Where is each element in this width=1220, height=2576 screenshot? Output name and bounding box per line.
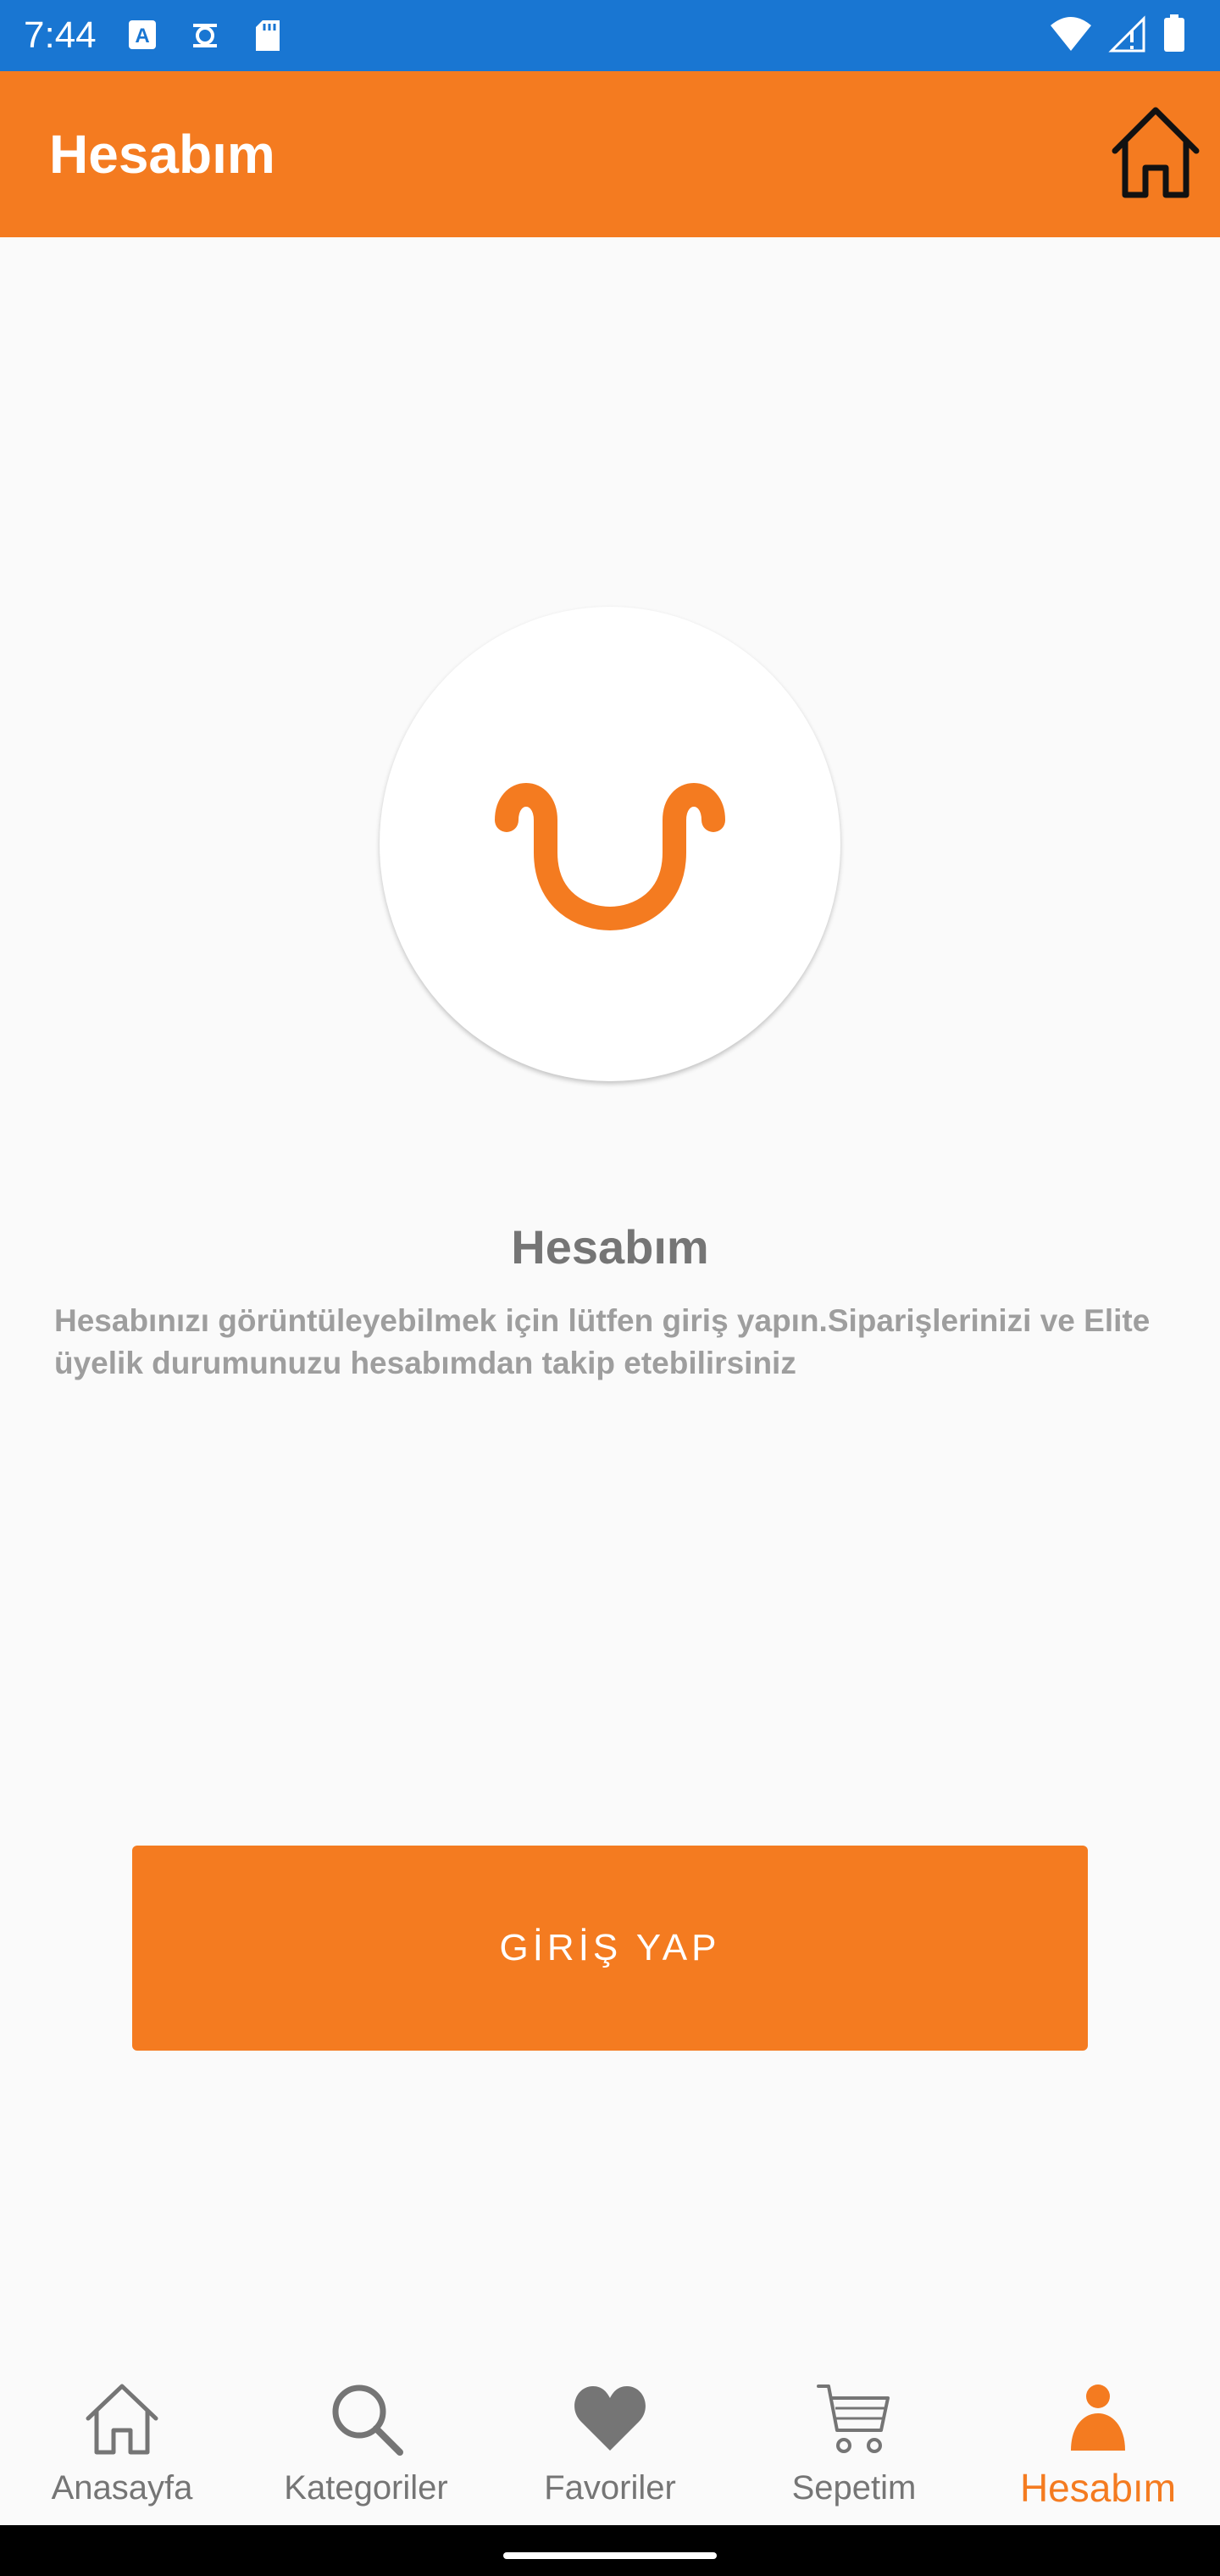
home-outline-icon	[1106, 103, 1205, 206]
bottom-navigation: Anasayfa Kategoriler Favoriler Sepetim H…	[0, 2356, 1220, 2525]
cart-icon	[813, 2378, 895, 2459]
app-bar: Hesabım	[0, 71, 1220, 237]
person-icon	[1057, 2378, 1139, 2459]
status-left-icons: A	[125, 17, 285, 54]
nav-item-kategoriler[interactable]: Kategoriler	[244, 2356, 488, 2525]
status-bar: 7:44 A	[0, 0, 1220, 71]
section-title: Hesabım	[511, 1220, 709, 1274]
gesture-handle[interactable]	[503, 2552, 717, 2559]
nav-label: Kategoriler	[284, 2469, 448, 2507]
nav-label: Anasayfa	[51, 2469, 193, 2507]
home-button[interactable]	[1105, 103, 1206, 205]
status-time: 7:44	[24, 14, 97, 56]
nav-item-hesabim[interactable]: Hesabım	[976, 2356, 1220, 2525]
nav-item-sepetim[interactable]: Sepetim	[732, 2356, 976, 2525]
avatar	[380, 607, 840, 1081]
nav-item-favoriler[interactable]: Favoriler	[488, 2356, 732, 2525]
nav-item-anasayfa[interactable]: Anasayfa	[0, 2356, 244, 2525]
keyboard-a-icon: A	[125, 17, 159, 54]
nav-label: Hesabım	[1019, 2466, 1177, 2510]
svg-text:A: A	[135, 25, 149, 47]
navigation-bar	[0, 2525, 1220, 2576]
search-icon	[325, 2378, 407, 2459]
status-right-icons	[1049, 14, 1186, 58]
page-title: Hesabım	[49, 124, 275, 185]
nav-label: Favoriler	[544, 2469, 676, 2507]
login-button[interactable]: GİRİŞ YAP	[132, 1846, 1088, 2051]
heart-icon	[569, 2378, 651, 2459]
battery-icon	[1162, 14, 1186, 58]
wifi-icon	[1049, 15, 1093, 57]
signal-icon	[1108, 14, 1147, 57]
home-icon	[81, 2378, 163, 2459]
nav-label: Sepetim	[791, 2469, 917, 2507]
login-description: Hesabınızı görüntüleyebilmek için lütfen…	[54, 1303, 1151, 1380]
screen-record-icon	[188, 17, 222, 54]
sd-card-icon	[251, 17, 285, 54]
